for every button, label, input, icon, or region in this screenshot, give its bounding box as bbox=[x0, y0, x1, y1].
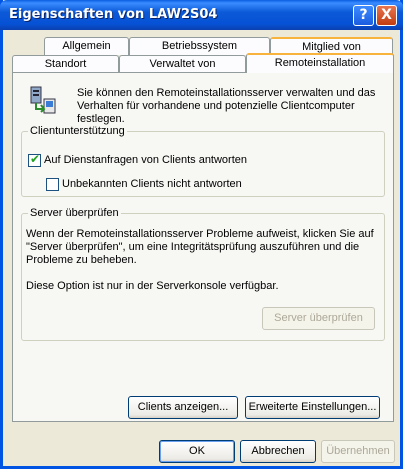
apply-button[interactable]: Übernehmen bbox=[321, 440, 395, 463]
respond-checkbox[interactable]: ✔ bbox=[28, 152, 41, 167]
check-server-title: Server überprüfen bbox=[28, 207, 121, 219]
check-server-group: Server überprüfen Wenn der Remoteinstall… bbox=[21, 207, 385, 341]
close-button[interactable]: X bbox=[376, 5, 397, 26]
title-bar[interactable]: Eigenschaften von LAW2S04 ? X bbox=[0, 0, 403, 30]
server-network-icon bbox=[27, 85, 59, 117]
tab-allgemein[interactable]: Allgemein bbox=[44, 37, 129, 55]
show-clients-button[interactable]: Clients anzeigen... bbox=[128, 396, 238, 419]
client-support-group: Clientunterstützung ✔ Auf Dienstanfragen… bbox=[21, 125, 385, 197]
tab-standort[interactable]: Standort bbox=[12, 55, 119, 73]
cancel-button[interactable]: Abbrechen bbox=[240, 440, 316, 463]
check-server-text: Wenn der Remoteinstallationsserver Probl… bbox=[26, 228, 374, 266]
check-server-note: Diese Option ist nur in der Serverkonsol… bbox=[26, 280, 279, 292]
tab-remoteinstallation[interactable]: Remoteinstallation bbox=[246, 53, 394, 73]
help-button[interactable]: ? bbox=[353, 5, 374, 26]
tab-verwaltet-von[interactable]: Verwaltet von bbox=[119, 55, 246, 73]
unknown-checkbox[interactable] bbox=[46, 178, 59, 191]
window-title: Eigenschaften von LAW2S04 bbox=[9, 7, 218, 22]
advanced-settings-button[interactable]: Erweiterte Einstellungen... bbox=[245, 396, 380, 419]
intro-text: Sie können den Remoteinstallationsserver… bbox=[77, 87, 376, 125]
checkmark-icon: ✔ bbox=[30, 152, 41, 166]
properties-window: Eigenschaften von LAW2S04 ? X Allgemein … bbox=[0, 0, 403, 469]
tab-panel: Sie können den Remoteinstallationsserver… bbox=[12, 72, 394, 422]
unknown-label: Unbekannten Clients nicht antworten bbox=[62, 178, 242, 190]
ok-button[interactable]: OK bbox=[159, 440, 235, 463]
check-server-button[interactable]: Server überprüfen bbox=[262, 307, 375, 330]
respond-label: Auf Dienstanfragen von Clients antworten bbox=[44, 154, 248, 166]
client-support-title: Clientunterstützung bbox=[28, 125, 127, 137]
